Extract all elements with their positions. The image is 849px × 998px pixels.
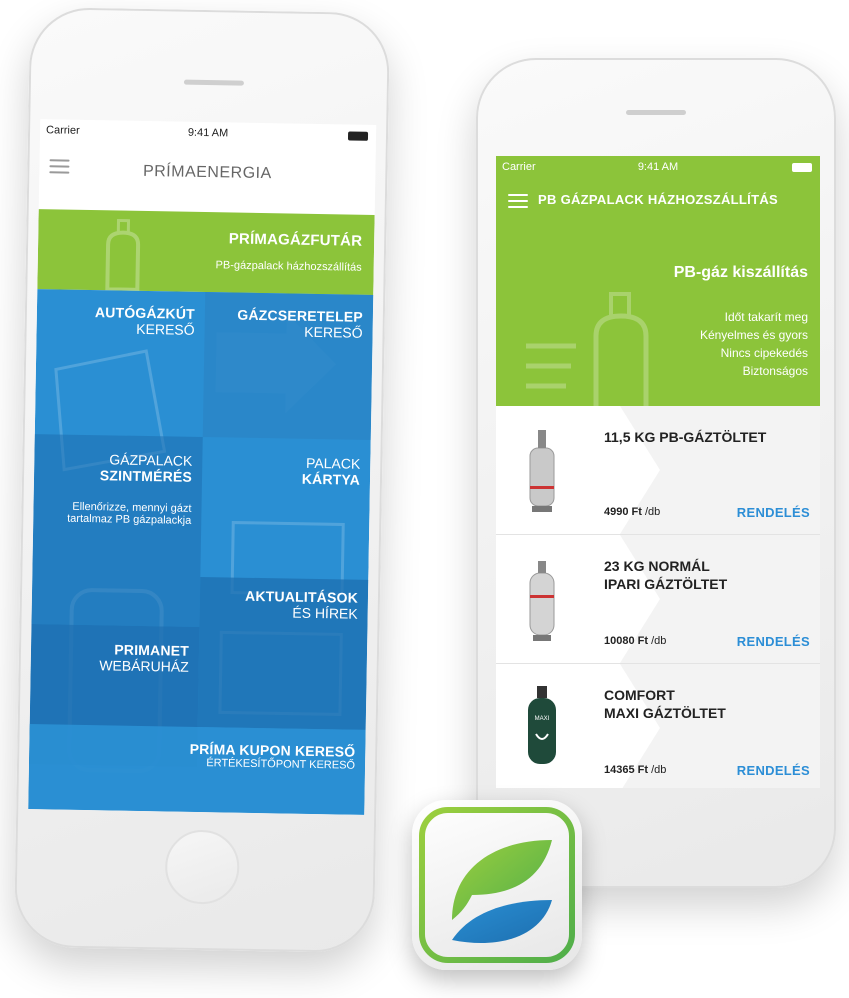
- price-value: 14365 Ft: [604, 764, 649, 776]
- product-name-line2: MAXI GÁZTÖLTET: [604, 705, 726, 721]
- right-phone: Carrier 9:41 AM PB GÁZPALACK HÁZHOZSZÁLL…: [476, 58, 836, 888]
- feature-item: Kényelmes és gyors: [699, 328, 808, 342]
- right-screen: Carrier 9:41 AM PB GÁZPALACK HÁZHOZSZÁLL…: [496, 156, 820, 788]
- tile-gazcseretelep[interactable]: GÁZCSERETELEP KERESŐ: [202, 292, 374, 440]
- order-button[interactable]: RENDELÉS: [737, 505, 810, 520]
- gas-bottle-watermark-icon: [105, 218, 141, 292]
- feature-item: Nincs cipekedés: [720, 346, 808, 360]
- product-card[interactable]: MAXI COMFORT MAXI GÁZTÖLTET 14365 Ft /db…: [496, 664, 820, 788]
- tile-kupon[interactable]: PRÍMA KUPON KERESŐ ÉRTÉKESÍTŐPONT KERESŐ: [28, 724, 366, 815]
- tile-aktualitasok[interactable]: AKTUALITÁSOK ÉS HÍREK: [197, 576, 369, 730]
- app-header: PRÍMAENERGIA: [38, 141, 376, 215]
- product-name-line1: 11,5 KG PB-GÁZTÖLTET: [604, 429, 767, 445]
- tile-szintmeres[interactable]: GÁZPALACK SZINTMÉRÉS Ellenőrizze, mennyi…: [31, 434, 203, 627]
- status-time: 9:41 AM: [637, 161, 679, 173]
- phone-speaker: [183, 79, 244, 86]
- order-button[interactable]: RENDELÉS: [737, 763, 810, 778]
- autogazkut-line2: KERESŐ: [136, 320, 195, 338]
- gazcseretelep-line2: KERESŐ: [304, 323, 363, 341]
- tile-palack-kartya[interactable]: PALACK KÁRTYA: [200, 437, 370, 580]
- status-bar: Carrier 9:41 AM: [496, 156, 820, 178]
- left-phone: Carrier 9:41 AM PRÍMAENERGIA PRÍMAGÁZFUT…: [13, 6, 391, 954]
- product-name-line1: 23 KG NORMÁL: [604, 558, 710, 574]
- green-header: Carrier 9:41 AM PB GÁZPALACK HÁZHOZSZÁLL…: [496, 156, 820, 416]
- tile-grid: AUTÓGÁZKÚT KERESŐ GÁZCSERETELEP KERESŐ G…: [28, 289, 374, 815]
- hamburger-icon[interactable]: [508, 194, 528, 212]
- palack-kartya-line2: KÁRTYA: [301, 470, 361, 488]
- svg-text:MAXI: MAXI: [535, 716, 550, 722]
- tile-gazfutar[interactable]: PRÍMAGÁZFUTÁR PB-gázpalack házhozszállít…: [37, 209, 375, 295]
- home-button[interactable]: [164, 829, 240, 905]
- left-screen: Carrier 9:41 AM PRÍMAENERGIA PRÍMAGÁZFUT…: [28, 119, 377, 815]
- product-card[interactable]: 23 KG NORMÁL IPARI GÁZTÖLTET 10080 Ft /d…: [496, 535, 820, 664]
- product-name-line2: IPARI GÁZTÖLTET: [604, 576, 728, 592]
- comfort-cylinder-icon: MAXI: [528, 686, 556, 764]
- product-card[interactable]: 11,5 KG PB-GÁZTÖLTET 4990 Ft /db RENDELÉ…: [496, 406, 820, 535]
- page-title: PRÍMAENERGIA: [142, 162, 272, 183]
- product-name: 11,5 KG PB-GÁZTÖLTET: [604, 428, 766, 446]
- primanet-line2: WEBÁRUHÁZ: [99, 657, 189, 675]
- order-button[interactable]: RENDELÉS: [737, 634, 810, 649]
- szintmeres-line2: SZINTMÉRÉS: [99, 467, 193, 485]
- product-name-line1: COMFORT: [604, 687, 675, 703]
- tile-autogazkut[interactable]: AUTÓGÁZKÚT KERESŐ: [35, 289, 206, 437]
- battery-icon: [792, 163, 812, 172]
- leaf-logo: [419, 807, 575, 963]
- price-unit: /db: [651, 635, 667, 647]
- aktualitasok-line2: ÉS HÍREK: [292, 604, 358, 622]
- szintmeres-desc2: tartalmaz PB gázpalackja: [67, 512, 192, 527]
- gas-cylinder-icon: [529, 430, 555, 512]
- hero-features: Időt takarít meg Kényelmes és gyors Ninc…: [700, 308, 808, 380]
- product-price: 10080 Ft /db: [604, 635, 666, 647]
- feature-item: Biztonságos: [742, 364, 808, 378]
- header-title: PB GÁZPALACK HÁZHOZSZÁLLÍTÁS: [538, 192, 778, 207]
- product-price: 14365 Ft /db: [604, 764, 666, 776]
- price-unit: /db: [651, 764, 667, 776]
- phone-speaker: [626, 110, 686, 115]
- feature-item: Időt takarít meg: [724, 310, 808, 324]
- industrial-cylinder-icon: [529, 561, 555, 641]
- price-unit: /db: [644, 506, 661, 518]
- battery-icon: [347, 131, 369, 141]
- gas-bottle-watermark-icon: [526, 292, 649, 416]
- hero-title: PB-gáz kiszállítás: [673, 264, 808, 281]
- price-value: 4990 Ft: [604, 506, 642, 518]
- product-name: COMFORT MAXI GÁZTÖLTET: [604, 686, 726, 722]
- product-price: 4990 Ft /db: [604, 506, 660, 518]
- primaenergia-leaf-icon: [412, 800, 582, 970]
- status-time: 9:41 AM: [187, 126, 229, 140]
- price-value: 10080 Ft: [604, 635, 649, 647]
- product-name: 23 KG NORMÁL IPARI GÁZTÖLTET: [604, 557, 727, 593]
